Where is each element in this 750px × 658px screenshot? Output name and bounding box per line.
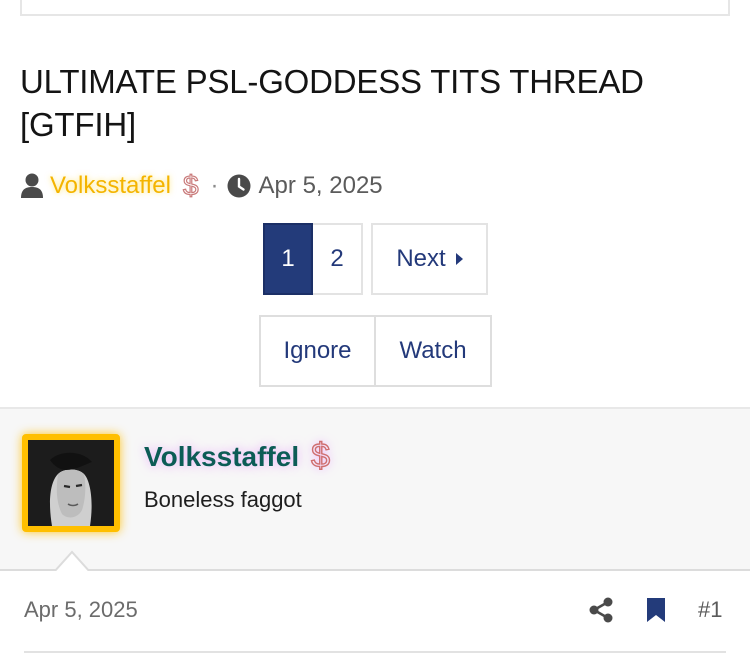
dollar-badge-icon: $ bbox=[182, 169, 199, 201]
post-date-link[interactable]: Apr 5, 2025 bbox=[24, 597, 138, 623]
post-meta-bar: Apr 5, 2025 #1 bbox=[0, 571, 750, 658]
post-pointer-arrow bbox=[54, 550, 90, 572]
next-page-label: Next bbox=[396, 245, 446, 272]
page-1-button[interactable]: 1 bbox=[263, 223, 313, 295]
avatar[interactable] bbox=[22, 434, 120, 532]
post-username[interactable]: Volksstaffel $ bbox=[144, 436, 331, 476]
thread-author-link[interactable]: Volksstaffel bbox=[50, 172, 171, 200]
ignore-button[interactable]: Ignore bbox=[259, 315, 376, 387]
divider bbox=[24, 651, 726, 653]
clock-icon bbox=[227, 174, 251, 198]
bookmark-icon[interactable] bbox=[646, 597, 666, 623]
thread-meta: Volksstaffel $ · Apr 5, 2025 bbox=[20, 168, 383, 204]
thread-actions: Ignore Watch bbox=[259, 315, 492, 387]
caret-right-icon bbox=[455, 253, 463, 265]
previous-block-edge bbox=[20, 0, 730, 16]
dollar-badge-icon: $ bbox=[310, 436, 331, 475]
thread-title: ULTIMATE PSL-GODDESS TITS THREAD [GTFIH] bbox=[20, 63, 644, 143]
page-2-button[interactable]: 2 bbox=[313, 223, 363, 295]
user-icon bbox=[21, 173, 43, 198]
user-title: Boneless faggot bbox=[144, 487, 302, 512]
post-user-header: Volksstaffel $ Boneless faggot bbox=[0, 407, 750, 572]
pagination: 1 2 Next bbox=[263, 223, 488, 295]
share-icon[interactable] bbox=[589, 597, 613, 623]
watch-button[interactable]: Watch bbox=[376, 315, 492, 387]
post-number-link[interactable]: #1 bbox=[698, 597, 722, 623]
next-page-button[interactable]: Next bbox=[371, 223, 488, 295]
meta-separator: · bbox=[210, 172, 219, 199]
avatar-image bbox=[28, 440, 114, 526]
post-username-label: Volksstaffel bbox=[144, 440, 300, 472]
thread-date-link[interactable]: Apr 5, 2025 bbox=[259, 172, 383, 200]
